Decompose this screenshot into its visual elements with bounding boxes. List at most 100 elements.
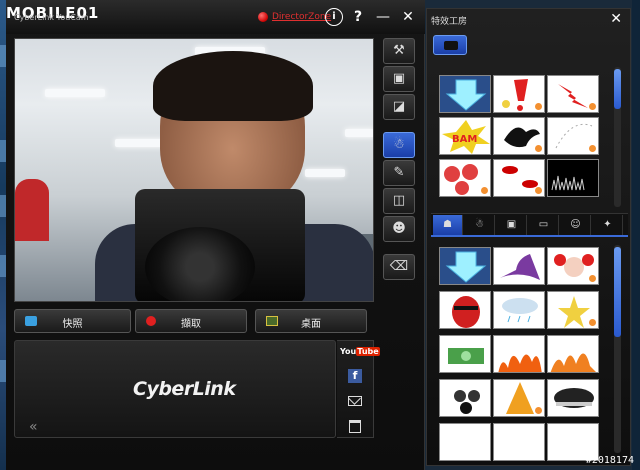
download-badge-icon	[535, 145, 542, 152]
download-badge-icon	[589, 103, 596, 110]
face-tracking-button[interactable]: ☻	[383, 216, 415, 242]
video-camera-icon	[444, 41, 458, 50]
effect-items-scrollbar[interactable]	[614, 245, 621, 453]
scrollbar-thumb[interactable]	[614, 247, 621, 337]
arrow-down-icon	[445, 79, 487, 111]
effect-item-extra[interactable]	[493, 423, 545, 461]
fullscreen-button[interactable]: ▣	[383, 66, 415, 92]
witch-hat-icon	[500, 254, 540, 280]
desktop-capture-button[interactable]: 桌面	[255, 309, 367, 333]
surveillance-button[interactable]: ◪	[383, 94, 415, 120]
webcam-preview[interactable]	[14, 38, 374, 302]
svg-text:BAM: BAM	[452, 134, 477, 145]
effect-item-rain-cloud[interactable]	[493, 291, 545, 329]
effect-thumb-bird[interactable]	[493, 117, 545, 155]
effect-thumb-lightning[interactable]	[547, 75, 599, 113]
effect-item-gas-mask[interactable]	[439, 379, 491, 417]
scene-scrollbar[interactable]	[614, 67, 621, 207]
opera-mask-icon	[452, 296, 480, 328]
police-cap-icon	[554, 388, 594, 408]
share-panel: YouTube f	[337, 340, 380, 438]
effect-item-fire[interactable]	[493, 335, 545, 373]
record-button[interactable]: 擷取	[135, 309, 247, 333]
tab-particle[interactable]: ☗	[433, 215, 463, 235]
camera-lens	[145, 227, 255, 301]
effect-item-party-hat[interactable]	[493, 379, 545, 417]
effect-item-police-cap[interactable]	[547, 379, 599, 417]
effect-thumb-bam[interactable]: BAM	[439, 117, 491, 155]
download-badge-icon	[535, 407, 542, 414]
tab-filter[interactable]: ▭	[529, 215, 559, 235]
effect-item-opera-mask[interactable]	[439, 291, 491, 329]
download-badge-icon	[589, 319, 596, 326]
trash-icon[interactable]	[349, 420, 361, 433]
record-label: 擷取	[181, 319, 201, 330]
desktop-label: 桌面	[301, 319, 321, 330]
tab-magic[interactable]: ✦	[593, 215, 623, 235]
fire-icon	[498, 354, 542, 372]
cyberlink-logo: CyberLink	[133, 378, 236, 400]
youtube-button[interactable]: YouTube	[340, 347, 380, 359]
ceiling-light	[45, 89, 105, 97]
effects-panel-title: 特效工房	[431, 17, 468, 27]
snapshot-label: 快照	[62, 319, 83, 330]
youcam-main-window: MOBILE01 CyberLink YouCam DirectorZone i…	[6, 0, 425, 470]
effect-thumb-static[interactable]	[547, 159, 599, 197]
download-badge-icon	[481, 187, 488, 194]
effects-camera-button[interactable]	[433, 35, 467, 55]
effect-item-flames[interactable]	[547, 335, 599, 373]
tab-emotion[interactable]: ☺	[561, 215, 591, 235]
effect-category-tabs: ☗ ☃ ▣ ▭ ☺ ✦	[431, 213, 628, 235]
director-zone-icon[interactable]	[258, 12, 268, 22]
effect-items-grid	[435, 245, 609, 467]
watermark: #2018174	[585, 455, 634, 466]
rain-cloud-icon	[502, 298, 538, 323]
director-zone-link[interactable]: DirectorZone	[272, 12, 331, 22]
effects-panel: 特效工房 ✕ BAM ☗ ☃ ▣ ▭ ☺ ✦	[426, 8, 631, 466]
youtube-you: You	[340, 347, 357, 356]
static-lines-icon	[551, 175, 585, 191]
effect-thumb-download[interactable]	[439, 75, 491, 113]
settings-button[interactable]: ⚒	[383, 38, 415, 64]
effect-item-witch-hat[interactable]	[493, 247, 545, 285]
person-hair	[153, 51, 313, 121]
effect-item-extra[interactable]	[439, 423, 491, 461]
ceiling-light	[305, 169, 345, 177]
scrollbar-thumb[interactable]	[614, 69, 621, 109]
email-icon[interactable]	[348, 396, 362, 406]
tab-avatar[interactable]: ☃	[465, 215, 495, 235]
arrow-down-icon	[445, 251, 487, 283]
info-button[interactable]: i	[325, 8, 343, 26]
money-icon	[448, 348, 484, 364]
download-badge-icon	[589, 145, 596, 152]
effect-item-download[interactable]	[439, 247, 491, 285]
effects-close-button[interactable]: ✕	[610, 11, 622, 27]
ceiling-light	[115, 139, 165, 147]
effect-item-clown[interactable]	[547, 247, 599, 285]
download-badge-icon	[589, 275, 596, 282]
effect-item-money[interactable]	[439, 335, 491, 373]
close-button[interactable]: ✕	[399, 8, 417, 26]
snapshot-button[interactable]: 快照	[14, 309, 131, 333]
minimize-button[interactable]: —	[374, 8, 392, 26]
eraser-button[interactable]: ⌫	[383, 254, 415, 280]
draw-button[interactable]: ✎	[383, 160, 415, 186]
avatar-button[interactable]: ☃	[383, 132, 415, 158]
effect-thumb-exclaim[interactable]	[493, 75, 545, 113]
download-badge-icon	[535, 103, 542, 110]
wrench-screwdriver-icon: ⚒	[393, 43, 405, 58]
help-button[interactable]: ?	[349, 8, 367, 26]
effect-thumb-lips[interactable]	[493, 159, 545, 197]
effect-thumb-question[interactable]	[439, 159, 491, 197]
facebook-icon[interactable]: f	[348, 369, 362, 383]
effect-item-stars[interactable]	[547, 291, 599, 329]
title-bar[interactable]: MOBILE01 CyberLink YouCam DirectorZone i…	[6, 0, 425, 34]
app-title: CyberLink YouCam	[14, 13, 89, 22]
camera-setting-icon: ◫	[392, 193, 406, 208]
camera-setting-button[interactable]: ◫	[383, 188, 415, 214]
media-library-panel: CyberLink «	[14, 340, 336, 438]
tab-frame[interactable]: ▣	[497, 215, 527, 235]
effect-thumb-dots[interactable]	[547, 117, 599, 155]
expand-chevron-icon[interactable]: «	[29, 419, 38, 435]
pen-icon: ✎	[393, 165, 405, 180]
